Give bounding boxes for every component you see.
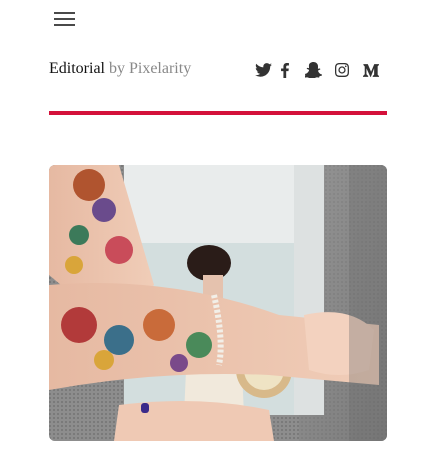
medium-icon (363, 63, 379, 77)
brand-name: Editorial (49, 60, 105, 77)
brand-byline: by Pixelarity (108, 60, 192, 77)
social-links (254, 60, 379, 80)
twitter-link[interactable] (254, 60, 272, 80)
menu-toggle-button[interactable] (54, 10, 76, 28)
site-brand[interactable]: Editorial by Pixelarity (49, 59, 191, 79)
tattooed-arms-magazine-illustration (49, 165, 387, 441)
facebook-link[interactable] (280, 60, 290, 80)
instagram-link[interactable] (334, 60, 350, 80)
snapchat-icon (305, 62, 322, 78)
snapchat-link[interactable] (305, 60, 322, 80)
menu-bar (54, 24, 75, 26)
menu-bar (54, 18, 75, 20)
header-divider (49, 111, 387, 115)
twitter-icon (254, 63, 272, 77)
menu-bar (54, 12, 75, 14)
hero-image[interactable] (49, 165, 387, 441)
facebook-icon (281, 62, 289, 78)
instagram-icon (335, 63, 349, 77)
medium-link[interactable] (363, 60, 379, 80)
